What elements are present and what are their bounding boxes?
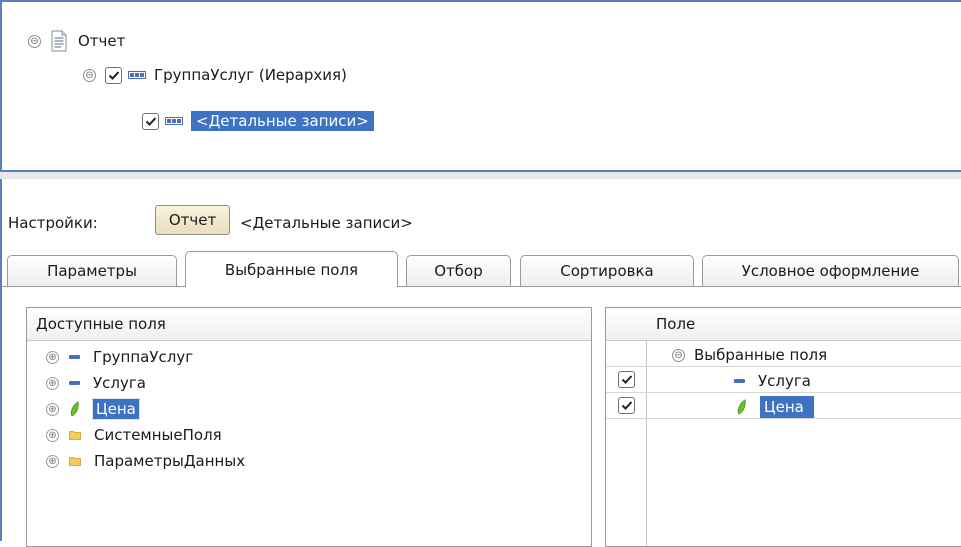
grouping-icon [128, 71, 146, 79]
document-icon [51, 30, 67, 52]
grouping-icon [165, 117, 183, 125]
group-checkbox[interactable] [105, 66, 122, 84]
dimension-icon [69, 381, 80, 385]
use-checkbox[interactable] [618, 397, 635, 414]
field-label: ГруппаУслуг [93, 348, 194, 366]
selected-fields-root-row[interactable]: ⊖ Выбранные поля [606, 341, 961, 367]
folder-icon [69, 431, 81, 440]
selected-fields-header[interactable]: Поле [606, 308, 961, 341]
settings-label: Настройки: [8, 214, 98, 232]
tab-selected-fields[interactable]: Выбранные поля [185, 251, 398, 287]
field-label: ПараметрыДанных [94, 452, 246, 470]
dimension-icon [734, 379, 745, 383]
field-label: Выбранные поля [694, 346, 828, 364]
header-label: Поле [656, 315, 696, 333]
available-field-data-parameters[interactable]: ⊕ ПараметрыДанных [27, 448, 245, 474]
use-checkbox[interactable] [618, 371, 635, 388]
tab-conditional-formatting[interactable]: Условное оформление [702, 255, 959, 286]
tree-node-service-group[interactable]: ⊖ ГруппаУслуг (Иерархия) [83, 63, 347, 87]
expand-icon[interactable]: ⊕ [46, 428, 59, 442]
tree-node-label: ГруппаУслуг (Иерархия) [154, 66, 347, 84]
detail-checkbox[interactable] [142, 112, 159, 130]
structure-tree-panel: ⊖ Отчет ⊖ ГруппаУслуг (Иерархия) <Деталь… [0, 0, 961, 172]
available-field-service-group[interactable]: ⊕ ГруппаУслуг [27, 344, 193, 370]
field-label: СистемныеПоля [94, 426, 222, 444]
checkmark-icon [621, 375, 632, 384]
settings-report-button-label: Отчет [168, 211, 217, 229]
tree-node-detail-records[interactable]: <Детальные записи> [142, 109, 374, 133]
expand-icon[interactable]: ⊕ [46, 402, 59, 416]
collapse-icon[interactable]: ⊖ [672, 348, 685, 362]
available-field-system-fields[interactable]: ⊕ СистемныеПоля [27, 422, 222, 448]
expand-icon[interactable]: ⊕ [46, 350, 59, 364]
expand-icon[interactable]: ⊕ [46, 454, 59, 468]
tab-label: Условное оформление [741, 262, 920, 280]
folder-icon [69, 457, 81, 466]
collapse-icon[interactable]: ⊖ [28, 34, 41, 48]
tab-parameters[interactable]: Параметры [7, 255, 177, 286]
tab-content: Доступные поля ⊕ ГруппаУслуг ⊕ Услуга ⊕ … [2, 286, 961, 547]
available-field-price[interactable]: ⊕ Цена [27, 396, 140, 422]
checkmark-icon [145, 116, 156, 126]
expand-icon[interactable]: ⊕ [46, 376, 59, 390]
settings-report-button[interactable]: Отчет [155, 205, 230, 235]
resource-icon [737, 399, 746, 415]
resource-icon [70, 401, 79, 417]
settings-panel: Настройки: Отчет <Детальные записи> Пара… [0, 179, 961, 547]
available-fields-table[interactable]: Доступные поля ⊕ ГруппаУслуг ⊕ Услуга ⊕ … [26, 307, 592, 547]
tab-label: Выбранные поля [224, 260, 359, 279]
tab-label: Сортировка [560, 262, 654, 280]
tab-label: Параметры [47, 262, 137, 280]
tab-label: Отбор [434, 262, 483, 280]
field-label: Услуга [93, 374, 146, 392]
tab-filter[interactable]: Отбор [406, 255, 511, 286]
dimension-icon [69, 355, 80, 359]
checkmark-icon [108, 70, 119, 80]
header-label: Доступные поля [36, 315, 166, 333]
field-label: Услуга [758, 372, 811, 390]
field-label: Цена [760, 396, 814, 418]
tree-node-label: <Детальные записи> [191, 111, 374, 131]
tree-node-label: Отчет [78, 32, 126, 50]
tree-node-report[interactable]: ⊖ Отчет [28, 29, 125, 53]
checkmark-icon [621, 401, 632, 410]
tab-sorting[interactable]: Сортировка [520, 255, 694, 286]
available-fields-header[interactable]: Доступные поля [27, 308, 591, 341]
settings-current-node[interactable]: <Детальные записи> [240, 214, 413, 232]
field-label: Цена [92, 398, 140, 420]
selected-field-service-row[interactable]: Услуга [606, 367, 961, 393]
selected-field-price-row[interactable]: Цена [606, 393, 961, 419]
panel-splitter[interactable] [0, 172, 961, 179]
available-field-service[interactable]: ⊕ Услуга [27, 370, 146, 396]
collapse-icon[interactable]: ⊖ [83, 68, 96, 82]
selected-fields-table[interactable]: Поле ⊖ Выбранные поля Услуга Цена [605, 307, 961, 547]
